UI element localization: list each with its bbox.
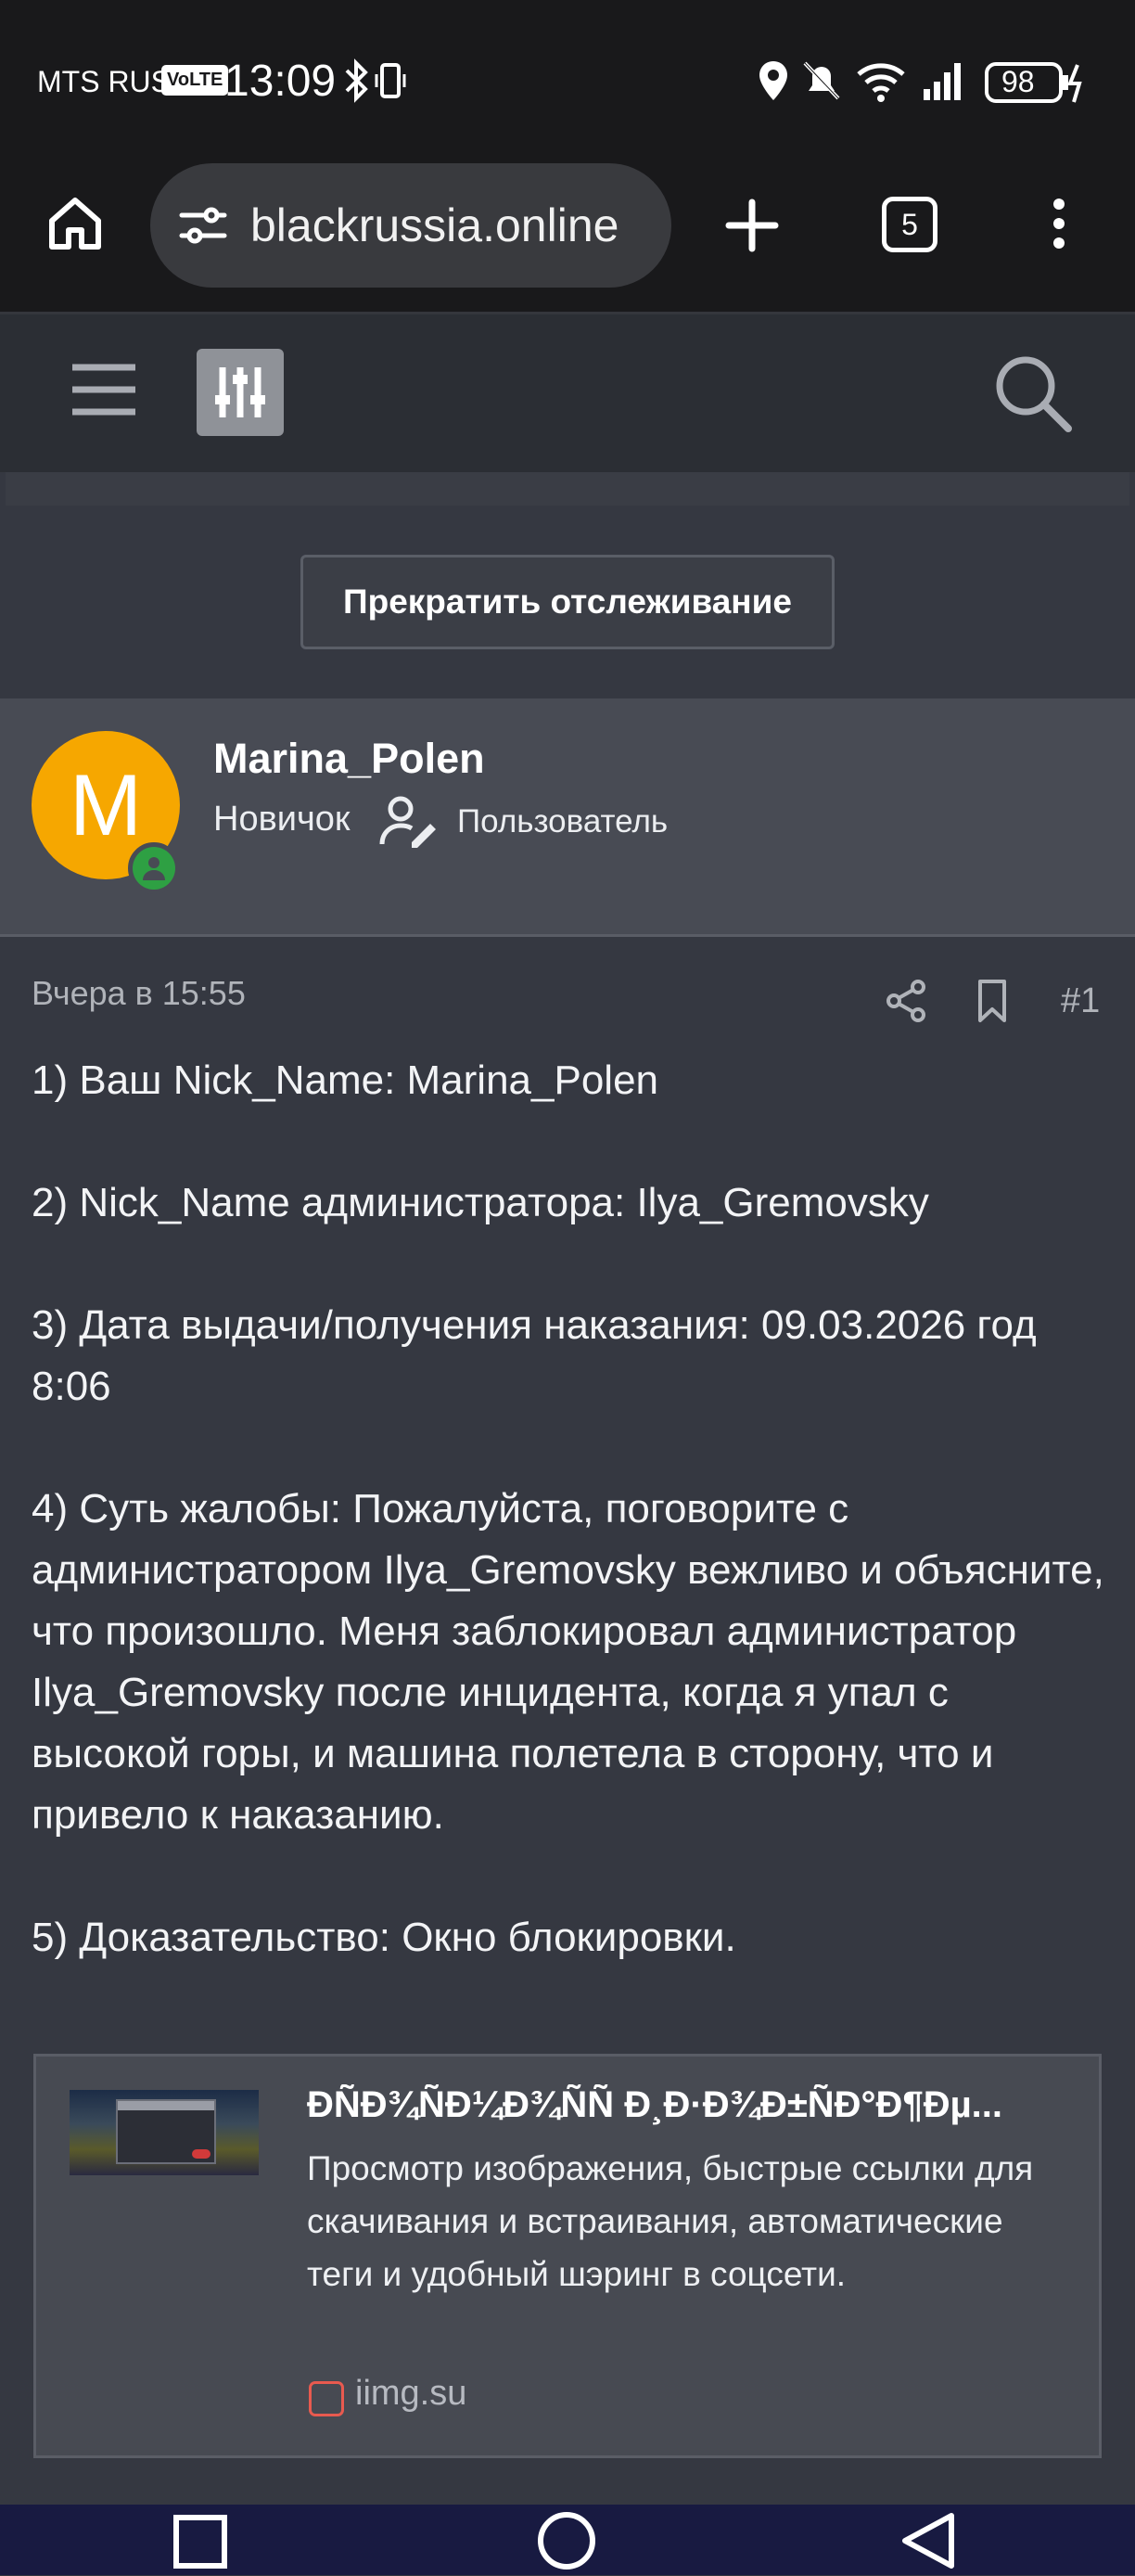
post-line: 1) Ваш Nick_Name: Marina_Polen <box>32 1057 659 1103</box>
signal-icon <box>922 58 968 109</box>
author-rank: Новичок <box>213 800 351 839</box>
link-preview-title[interactable]: ÐÑÐ¾ÑÐ¼Ð¾ÑÑ Ð¸Ð·Ð¾Ð±ÑÐ°Ð¶Ðµ... <box>307 2084 1077 2126</box>
hamburger-icon[interactable] <box>69 360 139 424</box>
post-line: 5) Доказательство: Окно блокировки. <box>32 1915 736 1960</box>
back-triangle-icon[interactable] <box>898 2510 959 2576</box>
post-line: 3) Дата выдачи/получения наказания: 09.0… <box>32 1302 1037 1409</box>
breadcrumb-strip <box>6 472 1129 506</box>
url-text[interactable]: blackrussia.online <box>250 199 649 252</box>
mute-bell-icon <box>801 58 842 109</box>
bluetooth-icon <box>343 58 371 109</box>
author-name[interactable]: Marina_Polen <box>213 735 485 783</box>
system-nav-bar <box>0 2505 1135 2575</box>
home-icon[interactable] <box>45 193 106 259</box>
tab-count-button[interactable]: 5 <box>882 197 937 252</box>
home-circle-icon[interactable] <box>536 2510 597 2576</box>
status-time: 13:09 <box>224 57 337 106</box>
post-body: 1) Ваш Nick_Name: Marina_Polen 2) Nick_N… <box>32 1050 1107 1968</box>
search-icon[interactable] <box>990 351 1074 439</box>
wifi-icon <box>855 58 907 109</box>
bookmark-icon[interactable] <box>976 978 1009 1029</box>
user-icon <box>141 854 167 887</box>
post-line: 2) Nick_Name администратора: Ilya_Gremov… <box>32 1180 929 1225</box>
filter-button[interactable] <box>197 349 284 436</box>
link-preview-source[interactable]: iimg.su <box>355 2374 466 2414</box>
site-favicon-icon <box>309 2381 344 2416</box>
carrier-label: MTS RUS <box>37 65 171 98</box>
tune-icon[interactable] <box>176 199 230 257</box>
share-icon[interactable] <box>883 978 929 1029</box>
volte-badge: VoLTE <box>161 65 229 96</box>
link-preview-description: Просмотр изображения, быстрые ссылки для… <box>307 2149 1034 2293</box>
post-date[interactable]: Вчера в 15:55 <box>32 974 246 1013</box>
author-role: Пользователь <box>457 803 669 839</box>
post-line: 4) Суть жалобы: Пожалуйста, поговорите с… <box>32 1486 1104 1838</box>
online-status-badge <box>128 842 180 894</box>
recent-square-icon[interactable] <box>171 2512 230 2576</box>
unwatch-button[interactable]: Прекратить отслеживание <box>300 555 835 649</box>
post-number[interactable]: #1 <box>1061 981 1100 1021</box>
link-preview-thumbnail[interactable] <box>70 2090 259 2175</box>
forum-header <box>0 314 1135 472</box>
battery-level: 98 <box>1001 65 1035 98</box>
sliders-icon <box>210 362 271 428</box>
plus-icon[interactable] <box>721 195 783 261</box>
link-preview-card[interactable]: ÐÑÐ¾ÑÐ¼Ð¾ÑÑ Ð¸Ð·Ð¾Ð±ÑÐ°Ð¶Ðµ... Просмотр … <box>33 2054 1102 2458</box>
status-bar: MTS RUS VoLTE 13:09 98 <box>0 0 1135 163</box>
vibrate-icon <box>375 58 406 109</box>
user-edit-icon <box>378 794 438 854</box>
location-icon <box>755 58 792 109</box>
more-vert-icon[interactable] <box>1044 193 1074 259</box>
battery-icon <box>985 61 1087 109</box>
